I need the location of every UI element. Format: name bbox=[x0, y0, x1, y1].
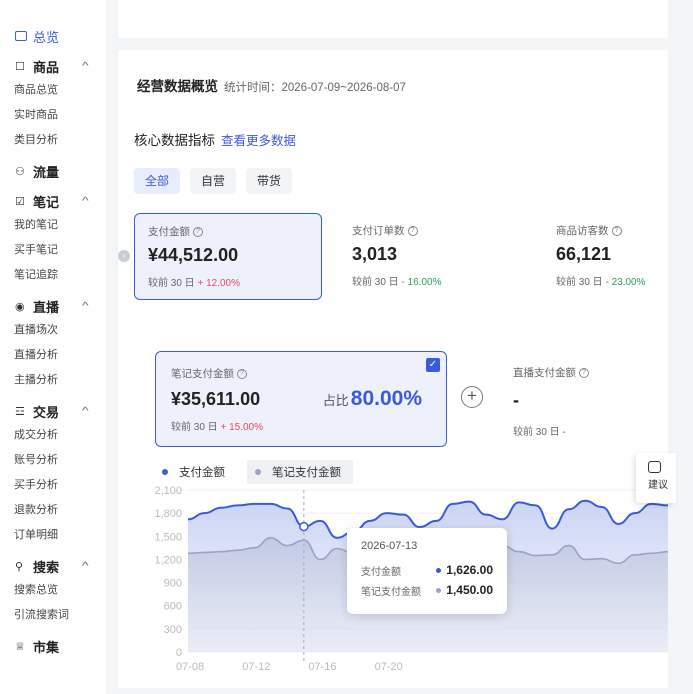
sidebar-subitem[interactable]: 成交分析 bbox=[0, 423, 106, 448]
hover-point bbox=[299, 521, 309, 532]
sidebar-subitem[interactable]: 直播分析 bbox=[0, 343, 106, 368]
sidebar-group-2[interactable]: ☑ 笔记 ^ bbox=[0, 189, 106, 213]
sidebar-groups: ☐ 商品 ^ 商品总览 实时商品 类目分析 ⚇ 流量 ☑ 笔记 ^ 我的笔记 买手笔记 笔记追踪 ◉ 直播 ^ 直… bbox=[0, 54, 106, 658]
suggest-button[interactable]: 建议 bbox=[636, 453, 676, 503]
x-tick-label: 07-20 bbox=[375, 661, 403, 673]
help-icon: ? bbox=[407, 226, 418, 237]
sidebar-subitem[interactable]: 买手笔记 bbox=[0, 238, 106, 263]
y-tick-label: 2,100 bbox=[154, 485, 182, 497]
sidebar-subitem[interactable]: 商品总览 bbox=[0, 78, 106, 103]
sidebar-subitem[interactable]: 主播分析 bbox=[0, 368, 106, 393]
sidebar-group-1[interactable]: ⚇ 流量 bbox=[0, 159, 106, 183]
y-tick-label: 300 bbox=[164, 624, 182, 636]
sidebar-item-overview[interactable]: 总览 bbox=[0, 26, 106, 46]
help-icon: ? bbox=[193, 227, 203, 238]
chevron-up-icon[interactable]: ^ bbox=[82, 196, 89, 207]
sidebar-subitem[interactable]: 直播场次 bbox=[0, 318, 106, 343]
x-tick-label: 07-12 bbox=[242, 661, 270, 673]
monitor-icon bbox=[15, 31, 27, 41]
y-tick-label: 1,500 bbox=[154, 531, 182, 543]
sidebar: 总览 ☐ 商品 ^ 商品总览 实时商品 类目分析 ⚇ 流量 ☑ 笔记 ^ 我的笔记 买手笔记 笔记追踪 ◉ 直… bbox=[0, 0, 106, 694]
sidebar-group-3[interactable]: ◉ 直播 ^ bbox=[0, 294, 106, 318]
group-icon: ☑ bbox=[15, 195, 25, 208]
group-icon: ♕ bbox=[15, 640, 25, 653]
group-icon: ☐ bbox=[15, 60, 25, 73]
sidebar-subitem[interactable]: 退款分析 bbox=[0, 498, 106, 523]
y-tick-label: 1,200 bbox=[154, 554, 182, 566]
sidebar-group-6[interactable]: ♕ 市集 bbox=[0, 634, 106, 658]
metric-card-visitors[interactable]: 商品访客数? 66,121 较前 30 日 - 23.00% bbox=[543, 213, 693, 300]
sidebar-subitem[interactable]: 引流搜索词 bbox=[0, 603, 106, 628]
top-card bbox=[118, 0, 668, 38]
sidebar-subitem[interactable]: 类目分析 bbox=[0, 128, 106, 153]
chart-tooltip: 2026-07-13 支付金额 1,626.00 笔记支付金额 1,450.00 bbox=[347, 528, 507, 614]
sidebar-group-5[interactable]: ⚲ 搜索 ^ bbox=[0, 554, 106, 578]
metric-card-payment[interactable]: 支付金额? ¥44,512.00 较前 30 日 + 12.00% bbox=[134, 213, 322, 300]
group-icon: ⚇ bbox=[15, 165, 25, 178]
group-icon: ◉ bbox=[15, 300, 25, 313]
y-tick-label: 600 bbox=[164, 601, 182, 613]
sidebar-subitem[interactable]: 我的笔记 bbox=[0, 213, 106, 238]
page-title: 经营数据概览 统计时间：2026-07-09~2026-08-07 bbox=[137, 79, 406, 94]
main-content: 经营数据概览 统计时间：2026-07-09~2026-08-07 核心数据指标查… bbox=[118, 0, 693, 694]
overview-panel: 经营数据概览 统计时间：2026-07-09~2026-08-07 核心数据指标查… bbox=[118, 50, 676, 688]
scroll-left-icon[interactable]: ‹ bbox=[118, 250, 130, 262]
y-tick-label: 0 bbox=[176, 647, 182, 659]
sidebar-subitem[interactable]: 账号分析 bbox=[0, 448, 106, 473]
sidebar-subitem[interactable]: 实时商品 bbox=[0, 103, 106, 128]
help-icon: ? bbox=[237, 369, 247, 380]
chevron-up-icon[interactable]: ^ bbox=[82, 406, 89, 417]
help-icon: ? bbox=[611, 226, 622, 237]
group-icon: ☲ bbox=[15, 405, 25, 418]
x-tick-label: 07-16 bbox=[308, 661, 336, 673]
sidebar-subitem[interactable]: 笔记追踪 bbox=[0, 263, 106, 288]
live-payment-card[interactable]: 直播支付金额? - 较前 30 日 - bbox=[513, 365, 589, 438]
tab-self[interactable]: 自营 bbox=[190, 168, 237, 194]
chat-icon bbox=[648, 461, 661, 473]
note-payment-card[interactable]: ✓ 笔记支付金额? ¥35,611.00 占比80.00% 较前 30 日 + … bbox=[155, 351, 447, 447]
y-tick-label: 1,800 bbox=[154, 508, 182, 520]
chevron-up-icon[interactable]: ^ bbox=[82, 301, 89, 312]
chevron-up-icon[interactable]: ^ bbox=[82, 61, 89, 72]
check-icon[interactable]: ✓ bbox=[426, 358, 440, 372]
group-icon: ⚲ bbox=[15, 560, 24, 573]
chevron-up-icon[interactable]: ^ bbox=[82, 561, 89, 572]
x-tick-label: 07-08 bbox=[176, 661, 204, 673]
add-icon[interactable]: + bbox=[461, 386, 483, 408]
metric-card-orders[interactable]: 支付订单数? 3,013 较前 30 日 - 16.00% bbox=[339, 213, 527, 300]
sidebar-group-4[interactable]: ☲ 交易 ^ bbox=[0, 399, 106, 423]
tab-affiliate[interactable]: 带货 bbox=[246, 168, 293, 194]
y-tick-label: 900 bbox=[164, 578, 182, 590]
channel-tabs: 全部 自营 带货 bbox=[134, 168, 293, 194]
sidebar-subitem[interactable]: 买手分析 bbox=[0, 473, 106, 498]
sidebar-subitem[interactable]: 订单明细 bbox=[0, 523, 106, 548]
ratio: 占比80.00% bbox=[322, 387, 422, 410]
section-title: 核心数据指标 查看更多数据 bbox=[134, 133, 297, 148]
sidebar-subitem[interactable]: 搜索总览 bbox=[0, 578, 106, 603]
tab-all[interactable]: 全部 bbox=[134, 168, 181, 194]
view-more-link[interactable]: 查看更多数据 bbox=[221, 134, 296, 148]
sidebar-group-0[interactable]: ☐ 商品 ^ bbox=[0, 54, 106, 78]
help-icon: ? bbox=[579, 368, 589, 379]
stat-time: 统计时间：2026-07-09~2026-08-07 bbox=[224, 82, 406, 94]
